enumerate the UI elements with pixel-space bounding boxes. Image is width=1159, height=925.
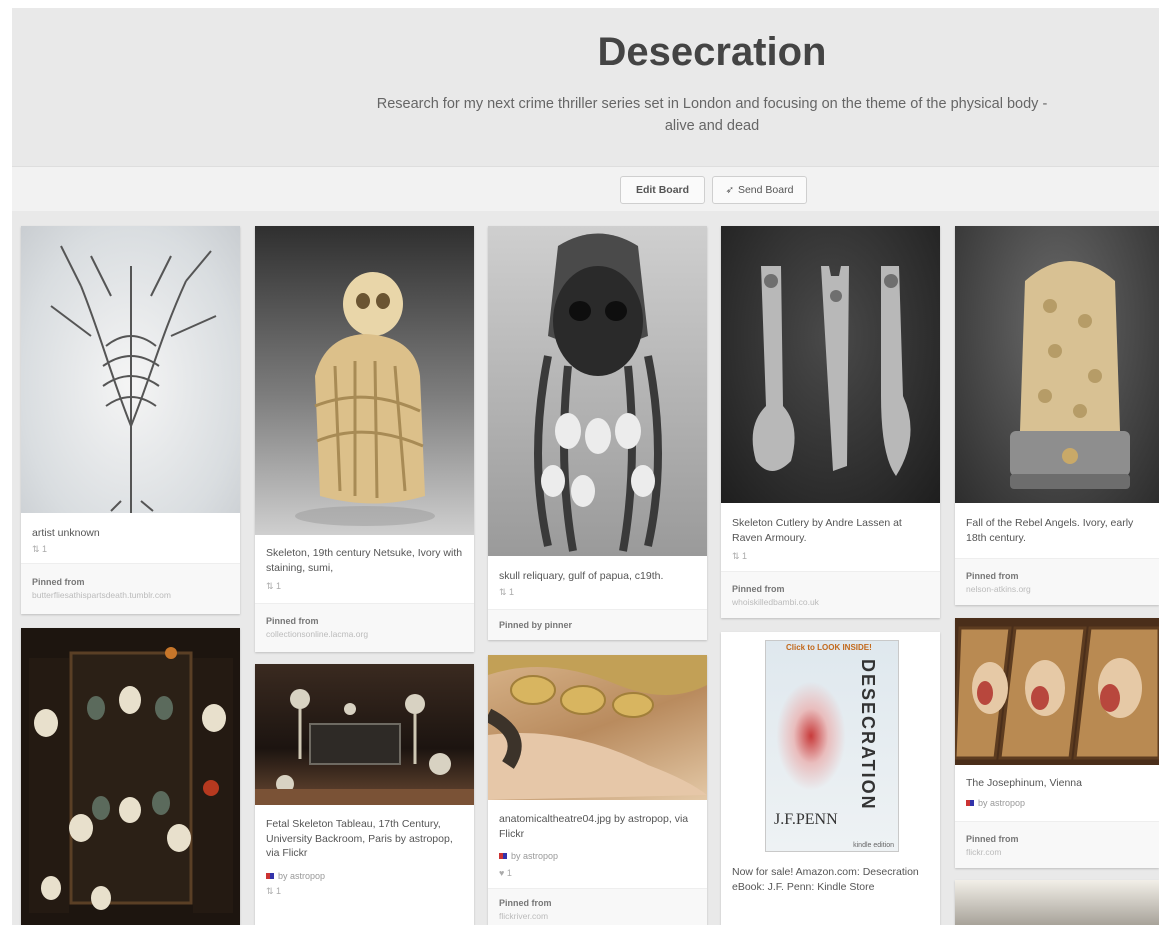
pin-via: by astropop — [266, 871, 325, 881]
pinned-from-label: Pinned from — [966, 834, 1019, 844]
pinned-from-label: Pinned from — [266, 616, 319, 626]
pin-card[interactable]: artist unknown ⇅ 1 Pinned from butterfli… — [21, 226, 240, 614]
pin-image-ivory-sculpture[interactable] — [955, 226, 1159, 503]
user-avatar-icon — [966, 800, 974, 806]
pin-description: skull reliquary, gulf of papua, c19th. — [499, 570, 664, 582]
user-avatar-icon — [266, 873, 274, 879]
send-board-button[interactable]: ➶ Send Board — [712, 176, 807, 204]
board-title: Desecration — [597, 30, 827, 74]
book-art — [776, 681, 846, 791]
pin-description: Fall of the Rebel Angels. Ivory, early 1… — [966, 517, 1134, 544]
pin-description: The Josephinum, Vienna — [966, 777, 1082, 789]
pin-via: by astropop — [966, 798, 1025, 808]
board-description: Research for my next crime thriller seri… — [376, 96, 1048, 134]
pinned-from-label: Pinned from — [966, 571, 1019, 581]
pin-stats: ⇅ 1 — [266, 581, 282, 591]
pin-card[interactable]: Skeleton, 19th century Netsuke, Ivory wi… — [255, 226, 474, 652]
pin-stats: ⇅ 1 — [32, 544, 48, 554]
pin-image-anatomical-wax[interactable] — [488, 655, 707, 800]
pin-image-fetal-skeleton-tableau[interactable] — [255, 664, 474, 805]
pin-stats: ⇅ 1 — [499, 587, 515, 597]
book-cover: Click to LOOK INSIDE! DESECRATION J.F.PE… — [765, 640, 899, 852]
pin-via: by astropop — [499, 851, 558, 861]
edit-board-button[interactable]: Edit Board — [620, 176, 705, 204]
edit-board-label: Edit Board — [635, 184, 690, 196]
pin-description: artist unknown — [32, 527, 100, 539]
pin-footer: Pinned from flickr.com — [955, 821, 1159, 868]
pin-description: anatomicaltheatre04.jpg by astropop, via… — [499, 813, 689, 840]
pin-card[interactable] — [21, 628, 240, 925]
pin-card[interactable] — [955, 880, 1159, 925]
pin-footer: Pinned from butterfliesathispartsdeath.t… — [21, 563, 240, 614]
pin-stats: ♥ 1 — [499, 868, 512, 878]
pin-description: Skeleton, 19th century Netsuke, Ivory wi… — [266, 547, 463, 574]
book-title: DESECRATION — [858, 659, 878, 811]
pin-source-link[interactable]: collectionsonline.lacma.org — [266, 629, 368, 639]
look-inside-banner: Click to LOOK INSIDE! — [786, 643, 872, 652]
book-author: J.F.PENN — [774, 811, 838, 828]
pin-source-link[interactable]: butterfliesathispartsdeath.tumblr.com — [32, 590, 171, 600]
pin-description: Now for sale! Amazon.com: Desecration eB… — [732, 866, 919, 893]
pin-stats: ⇅ 1 — [732, 551, 748, 561]
pin-card[interactable]: Click to LOOK INSIDE! DESECRATION J.F.PE… — [721, 632, 940, 925]
pin-source-link[interactable]: nelson-atkins.org — [966, 584, 1031, 594]
kindle-edition-label: kindle edition — [853, 842, 894, 849]
pinned-from-label: Pinned from — [499, 898, 552, 908]
pin-image-partial[interactable] — [955, 880, 1159, 925]
pinned-from-label: Pinned from — [32, 577, 85, 587]
pin-stats: ⇅ 1 — [266, 886, 282, 896]
send-icon: ➶ — [725, 184, 734, 196]
pin-card[interactable]: Fall of the Rebel Angels. Ivory, early 1… — [955, 226, 1159, 605]
pin-card[interactable]: The Josephinum, Vienna by astropop Pinne… — [955, 618, 1159, 868]
pin-image-josephinum[interactable] — [955, 618, 1159, 765]
pin-card[interactable]: Fetal Skeleton Tableau, 17th Century, Un… — [255, 664, 474, 925]
pin-card[interactable]: skull reliquary, gulf of papua, c19th. ⇅… — [488, 226, 707, 640]
pin-card[interactable]: Skeleton Cutlery by Andre Lassen at Rave… — [721, 226, 940, 618]
pin-image-skull-reliquary[interactable] — [488, 226, 707, 556]
pin-image-tree-ribcage[interactable] — [21, 226, 240, 513]
pin-image-ivory-netsuke[interactable] — [255, 226, 474, 535]
pin-source-link[interactable]: flickr.com — [966, 847, 1001, 857]
pin-image-book-cover[interactable]: Click to LOOK INSIDE! DESECRATION J.F.PE… — [721, 632, 940, 854]
pin-footer: Pinned from whoiskilledbambi.co.uk — [721, 571, 940, 618]
user-avatar-icon — [499, 853, 507, 859]
pin-description: Skeleton Cutlery by Andre Lassen at Rave… — [732, 517, 902, 544]
pin-source-link[interactable]: whoiskilledbambi.co.uk — [732, 597, 819, 607]
pin-footer: Pinned from collectionsonline.lacma.org — [255, 603, 474, 652]
pin-footer: Pinned from flickriver.com — [488, 888, 707, 925]
pin-image-skull-cabinet[interactable] — [21, 628, 240, 925]
pin-card[interactable]: anatomicaltheatre04.jpg by astropop, via… — [488, 655, 707, 925]
pinned-by-label: Pinned by pinner — [499, 620, 573, 630]
pinned-from-label: Pinned from — [732, 584, 785, 594]
board-action-bar — [12, 166, 1159, 212]
pin-footer: Pinned from nelson-atkins.org — [955, 558, 1159, 605]
pin-source-link[interactable]: flickriver.com — [499, 911, 548, 921]
pin-description: Fetal Skeleton Tableau, 17th Century, Un… — [266, 818, 453, 859]
pin-image-skeleton-cutlery[interactable] — [721, 226, 940, 503]
pin-footer: Pinned by pinner — [488, 609, 707, 640]
send-board-label: Send Board — [737, 184, 794, 196]
